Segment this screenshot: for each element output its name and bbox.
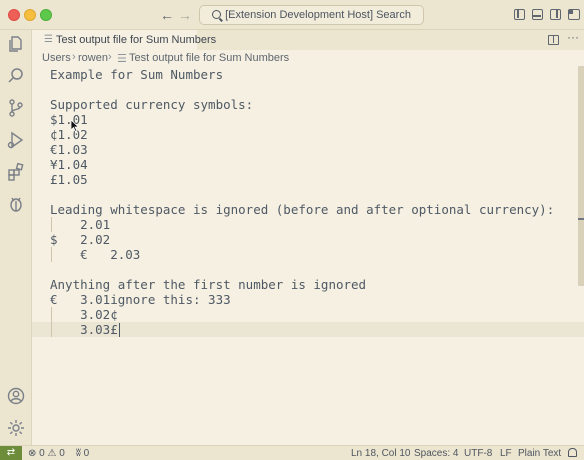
cursor-position[interactable]: Ln 18, Col 10 [351,448,411,459]
text-cursor [119,323,120,337]
title-bar: ← → [Extension Development Host] Search [0,0,584,30]
code-line[interactable]: ¥1.04 [50,157,88,172]
mouse-pointer-icon [71,120,79,132]
error-icon: ⊗ [28,448,37,459]
error-count: 0 [39,448,45,459]
close-window-button[interactable] [8,9,20,21]
toggle-primary-sidebar-icon[interactable] [514,9,525,20]
breadcrumb: Users › rowen › ☰ Test output file for S… [32,50,584,66]
maximize-window-button[interactable] [40,9,52,21]
explorer-icon[interactable] [6,34,26,54]
code-line[interactable]: 3.03£ [50,322,118,337]
back-arrow-icon[interactable]: ← [160,5,174,25]
code-line[interactable]: $1.01 [50,112,88,127]
manage-gear-icon[interactable] [6,418,26,438]
ports-icon: ʬ [76,448,81,459]
indentation-status[interactable]: Spaces: 4 [414,448,458,459]
run-and-debug-icon[interactable] [6,130,26,150]
extension-bug-icon[interactable] [6,194,26,214]
code-line[interactable]: $ 2.02 [50,232,110,247]
search-icon [212,10,222,19]
code-line[interactable]: € 3.01ignore this: 333 [50,292,231,307]
code-line[interactable]: € 2.03 [50,247,140,262]
encoding-status[interactable]: UTF-8 [464,448,492,459]
scrollbar-cursor-marker [578,218,584,220]
customize-layout-icon[interactable] [568,9,580,20]
breadcrumb-file[interactable]: Test output file for Sum Numbers [129,52,289,64]
tab-bar: ☰ Test output file for Sum Numbers ··· [32,30,584,50]
ports-count: 0 [83,448,90,459]
minimize-window-button[interactable] [24,9,36,21]
tab-test-output-file[interactable]: ☰ Test output file for Sum Numbers [32,30,216,50]
code-line[interactable]: ¢1.02 [50,127,88,142]
code-line[interactable]: Anything after the first number is ignor… [50,277,366,292]
language-mode[interactable]: Plain Text [518,448,561,459]
toggle-secondary-sidebar-icon[interactable] [550,9,561,20]
split-editor-icon[interactable] [548,35,559,45]
code-line[interactable]: Leading whitespace is ignored (before an… [50,202,554,217]
remote-indicator-icon[interactable]: ⇄ [0,446,22,460]
breadcrumb-users[interactable]: Users [42,52,71,64]
ports-status[interactable]: ʬ 0 [76,448,89,459]
vertical-scrollbar[interactable] [578,66,584,286]
status-bar: ⇄ ⊗ 0 ⚠ 0 ʬ 0 Ln 18, Col 10 Spaces: 4 UT… [0,445,584,460]
accounts-icon[interactable] [6,386,26,406]
tab-label: Test output file for Sum Numbers [56,34,217,46]
command-center-label: [Extension Development Host] Search [225,9,411,21]
warning-count: 0 [59,448,65,459]
forward-arrow-icon[interactable]: → [178,5,192,25]
code-line[interactable]: Example for Sum Numbers [50,67,223,82]
code-line[interactable]: £1.05 [50,172,88,187]
text-file-icon: ☰ [44,34,53,45]
activity-bar [0,30,32,445]
breadcrumb-rowen[interactable]: rowen [78,52,108,64]
more-actions-icon[interactable]: ··· [567,30,579,44]
code-line[interactable]: €1.03 [50,142,88,157]
extensions-icon[interactable] [6,162,26,182]
source-control-icon[interactable] [6,98,26,118]
code-line[interactable]: 3.02¢ [50,307,118,322]
code-line[interactable]: Supported currency symbols: [50,97,253,112]
editor[interactable]: Example for Sum Numbers Supported curren… [32,66,584,445]
eol-status[interactable]: LF [500,448,512,459]
text-file-icon: ☰ [117,53,127,65]
toggle-panel-icon[interactable] [532,9,543,20]
code-line[interactable]: 2.01 [50,217,110,232]
notifications-bell-icon[interactable] [568,448,577,457]
chevron-right-icon: › [72,51,76,63]
search-icon[interactable] [6,66,26,86]
warning-icon: ⚠ [47,448,57,459]
chevron-right-icon: › [108,51,112,63]
command-center-search[interactable]: [Extension Development Host] Search [199,5,424,25]
problems-status[interactable]: ⊗ 0 ⚠ 0 [28,448,65,459]
